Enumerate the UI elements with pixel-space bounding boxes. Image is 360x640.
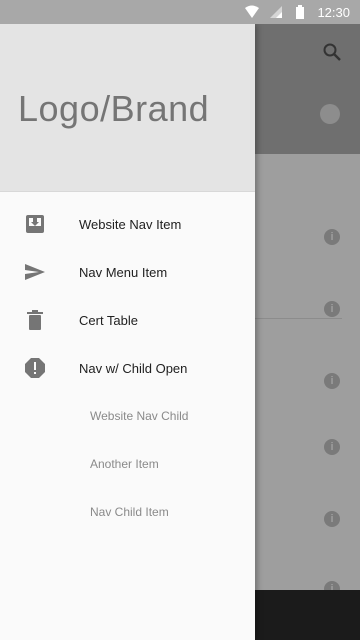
send-icon <box>25 264 45 280</box>
signal-icon <box>270 6 283 18</box>
nav-item-website[interactable]: Website Nav Item <box>0 200 255 248</box>
info-icon[interactable]: i <box>324 511 340 527</box>
brand-logo: Logo/Brand <box>18 88 210 129</box>
status-bar: 12:30 <box>0 0 360 24</box>
trash-icon <box>27 310 43 330</box>
nav-item-cert-table[interactable]: Cert Table <box>0 296 255 344</box>
nav-child-website[interactable]: Website Nav Child <box>0 392 255 440</box>
nav-item-label: Nav w/ Child Open <box>79 360 188 376</box>
status-time: 12:30 <box>317 4 350 20</box>
info-icon[interactable]: i <box>324 373 340 389</box>
nav-child-label: Nav Child Item <box>90 505 169 519</box>
nav-child-item[interactable]: Nav Child Item <box>0 488 255 536</box>
search-icon[interactable] <box>322 42 342 62</box>
nav-item-menu[interactable]: Nav Menu Item <box>0 248 255 296</box>
nav-item-label: Cert Table <box>79 312 139 328</box>
nav-item-label: Website Nav Item <box>79 216 182 232</box>
drawer-header: Logo/Brand <box>0 24 255 192</box>
nav-drawer: Logo/Brand Website Nav Item Nav Menu Ite… <box>0 24 255 640</box>
info-icon[interactable]: i <box>324 439 340 455</box>
alert-octagon-icon <box>25 358 45 378</box>
inbox-icon <box>26 215 44 233</box>
divider <box>255 318 342 319</box>
info-icon[interactable] <box>320 104 340 124</box>
nav-list: Website Nav Item Nav Menu Item Cert Tabl… <box>0 192 255 536</box>
wifi-icon <box>245 5 260 18</box>
battery-icon <box>296 5 305 19</box>
nav-item-parent[interactable]: Nav w/ Child Open <box>0 344 255 392</box>
nav-child-another[interactable]: Another Item <box>0 440 255 488</box>
info-icon[interactable]: i <box>324 301 340 317</box>
info-icon[interactable]: i <box>324 229 340 245</box>
nav-child-label: Another Item <box>90 457 159 471</box>
nav-item-label: Nav Menu Item <box>79 264 168 280</box>
nav-child-label: Website Nav Child <box>90 409 189 423</box>
